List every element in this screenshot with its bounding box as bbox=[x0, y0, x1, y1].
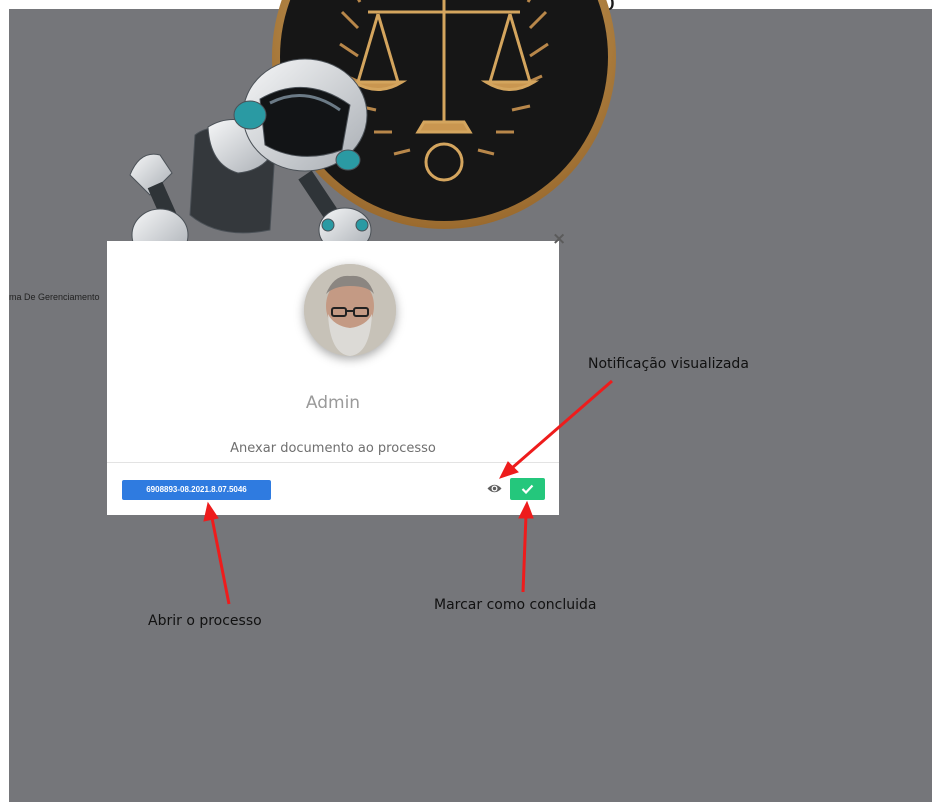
eye-icon[interactable] bbox=[487, 482, 502, 495]
annotation-viewed: Notificação visualizada bbox=[588, 356, 749, 372]
modal-divider bbox=[107, 462, 559, 463]
annotation-open-process: Abrir o processo bbox=[148, 613, 262, 629]
check-icon bbox=[521, 484, 534, 494]
close-icon[interactable]: × bbox=[552, 231, 566, 248]
notification-message: Anexar documento ao processo bbox=[230, 441, 436, 456]
annotation-complete: Marcar como concluida bbox=[434, 597, 597, 613]
user-name: Admin bbox=[305, 393, 361, 413]
open-process-button[interactable]: 6908893-08.2021.8.07.5046 bbox=[122, 480, 271, 500]
user-avatar bbox=[304, 264, 396, 356]
mark-complete-button[interactable] bbox=[510, 478, 545, 500]
side-label: ma De Gerenciamento bbox=[9, 292, 100, 302]
